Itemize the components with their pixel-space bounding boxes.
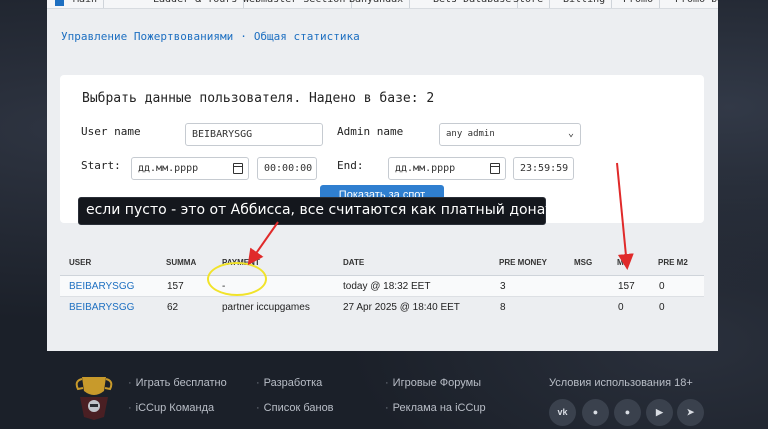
annotation-arrows xyxy=(247,162,634,270)
discord-icon[interactable]: ● xyxy=(614,399,641,426)
arrow-to-m2 xyxy=(616,162,634,270)
youtube-icon[interactable]: ▶ xyxy=(646,399,673,426)
footer-link-advertising[interactable]: · Реклама на iCCup xyxy=(385,402,486,414)
iccup-trophy-logo[interactable] xyxy=(74,373,114,421)
footer-link-play-free[interactable]: · Играть бесплатно xyxy=(128,377,227,389)
arrow-to-payment xyxy=(247,221,279,266)
footer-link-development[interactable]: · Разработка xyxy=(256,377,322,389)
telegram-icon[interactable]: ➤ xyxy=(677,399,704,426)
footer-link-forums[interactable]: · Игровые Форумы xyxy=(385,377,481,389)
vk-icon[interactable]: vk xyxy=(549,399,576,426)
footer-link-banlist[interactable]: · Список банов xyxy=(256,402,334,414)
discord-icon[interactable]: ● xyxy=(582,399,609,426)
footer-link-team[interactable]: · iCCup Команда xyxy=(128,402,214,414)
terms-of-use-link[interactable]: Условия использования 18+ xyxy=(549,377,693,389)
